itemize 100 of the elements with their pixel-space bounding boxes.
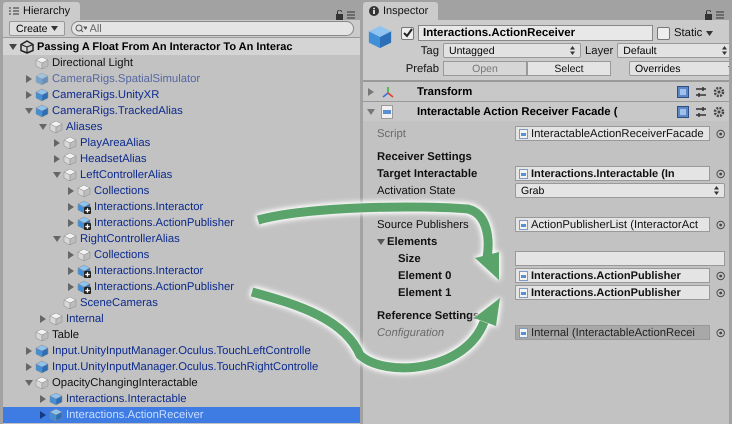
cube-icon: [63, 152, 77, 166]
hierarchy-item[interactable]: Input.UnityInputManager.Oculus.TouchLeftControlle: [3, 343, 360, 359]
foldout-arrow-icon[interactable]: [377, 238, 385, 246]
cube-icon: [49, 120, 63, 134]
script-icon: [519, 270, 528, 280]
expanded-arrow-icon[interactable]: [53, 171, 61, 179]
hierarchy-item[interactable]: Input.UnityInputManager.Oculus.TouchRightControlle: [3, 359, 360, 375]
cube-icon: [367, 24, 393, 50]
section-heading: Receiver Settings: [377, 150, 472, 162]
object-picker-icon[interactable]: [716, 328, 725, 338]
collapsed-arrow-icon[interactable]: [67, 267, 75, 275]
layer-dropdown[interactable]: Default: [617, 43, 729, 58]
collapsed-arrow-icon[interactable]: [67, 283, 75, 291]
object-field[interactable]: Interactions.Interactable (In: [515, 166, 710, 181]
hierarchy-item[interactable]: OpacityChangingInteractable: [3, 375, 360, 391]
collapsed-arrow-icon[interactable]: [53, 155, 61, 163]
object-field[interactable]: ActionPublisherList (InteractorAct: [515, 217, 710, 232]
prefab-label: Prefab: [406, 62, 439, 74]
hierarchy-item[interactable]: Collections: [3, 247, 360, 263]
gear-icon[interactable]: [713, 106, 725, 118]
hierarchy-item[interactable]: Interactions.Interactable: [3, 391, 360, 407]
item-name: Collections: [94, 249, 150, 261]
object-picker-icon[interactable]: [716, 168, 725, 178]
cube-plus-icon: [77, 216, 91, 230]
collapsed-arrow-icon[interactable]: [25, 347, 33, 355]
gear-icon[interactable]: [713, 86, 725, 98]
expanded-arrow-icon[interactable]: [25, 107, 33, 115]
help-icon[interactable]: [677, 86, 689, 98]
search-field[interactable]: All: [70, 21, 354, 36]
field-label: Source Publishers: [377, 218, 469, 230]
hierarchy-item[interactable]: Interactions.Interactor: [3, 199, 360, 215]
collapsed-arrow-icon[interactable]: [25, 363, 33, 371]
collapsed-arrow-icon[interactable]: [67, 187, 75, 195]
item-name: Interactions.ActionPublisher: [94, 281, 234, 293]
hierarchy-item[interactable]: CameraRigs.UnityXR: [3, 87, 360, 103]
hierarchy-item[interactable]: Directional Light: [3, 55, 360, 71]
item-name: Interactions.Interactable: [66, 393, 187, 405]
axes-icon: [381, 84, 395, 98]
expanded-arrow-icon[interactable]: [53, 235, 61, 243]
hierarchy-item[interactable]: LeftControllerAlias: [3, 167, 360, 183]
collapsed-arrow-icon[interactable]: [39, 395, 47, 403]
dropdown[interactable]: Grab: [515, 183, 725, 198]
select-button[interactable]: Select: [527, 61, 611, 76]
name-field[interactable]: Interactions.ActionReceiver: [418, 25, 653, 41]
lock-icon[interactable]: [336, 10, 356, 20]
collapsed-arrow-icon[interactable]: [25, 91, 33, 99]
item-name: CameraRigs.SpatialSimulator: [52, 73, 200, 85]
hierarchy-item[interactable]: Interactions.ActionPublisher: [3, 215, 360, 231]
hierarchy-item[interactable]: HeadsetAlias: [3, 151, 360, 167]
help-icon[interactable]: [677, 106, 689, 118]
script-icon: [381, 104, 393, 118]
create-button[interactable]: Create: [9, 21, 65, 36]
object-picker-icon[interactable]: [716, 220, 725, 230]
cube-icon: [63, 296, 77, 310]
hierarchy-tab[interactable]: Hierarchy: [3, 2, 80, 20]
hierarchy-item[interactable]: Aliases: [3, 119, 360, 135]
hierarchy-item[interactable]: PlayAreaAlias: [3, 135, 360, 151]
collapsed-arrow-icon[interactable]: [67, 203, 75, 211]
collapsed-arrow-icon[interactable]: [67, 251, 75, 259]
hierarchy-item[interactable]: SceneCameras: [3, 295, 360, 311]
script-icon: [519, 168, 528, 178]
expanded-arrow-icon[interactable]: [25, 379, 33, 387]
static-checkbox[interactable]: [657, 26, 670, 40]
item-name: Interactions.Interactor: [94, 201, 204, 213]
foldout-label[interactable]: Elements: [387, 236, 438, 248]
scene-title: Passing A Float From An Interactor To An Interac: [37, 40, 292, 52]
scene-arrow-icon[interactable]: [9, 42, 17, 50]
list-icon: [9, 7, 19, 15]
size-field[interactable]: [515, 251, 725, 266]
object-field[interactable]: Interactions.ActionPublisher: [515, 285, 710, 300]
hierarchy-item[interactable]: Interactions.Interactor: [3, 263, 360, 279]
collapsed-arrow-icon[interactable]: [67, 219, 75, 227]
hierarchy-item[interactable]: RightControllerAlias: [3, 231, 360, 247]
hierarchy-item[interactable]: Internal: [3, 311, 360, 327]
foldout-arrow-icon[interactable]: [367, 108, 375, 116]
hierarchy-item[interactable]: CameraRigs.TrackedAlias: [3, 103, 360, 119]
expanded-arrow-icon[interactable]: [39, 123, 47, 131]
collapsed-arrow-icon[interactable]: [39, 315, 47, 323]
inspector-tab[interactable]: Inspector: [363, 2, 438, 20]
item-name: SceneCameras: [80, 297, 158, 309]
overrides-dropdown[interactable]: Overrides: [629, 61, 729, 76]
hierarchy-item[interactable]: Collections: [3, 183, 360, 199]
scene-header[interactable]: Passing A Float From An Interactor To An Interac: [3, 38, 360, 55]
foldout-arrow-icon[interactable]: [367, 88, 375, 96]
tag-dropdown[interactable]: Untagged: [443, 43, 581, 58]
cube-icon: [35, 88, 49, 102]
sliders-icon[interactable]: [695, 86, 707, 98]
collapsed-arrow-icon[interactable]: [53, 139, 61, 147]
collapsed-arrow-icon[interactable]: [39, 411, 47, 419]
hierarchy-item[interactable]: Table: [3, 327, 360, 343]
cube-plus-icon: [77, 280, 91, 294]
component-header[interactable]: Interactable Action Receiver Facade (: [363, 101, 729, 121]
component-header[interactable]: Transform: [363, 81, 729, 101]
active-checkbox[interactable]: [401, 26, 414, 40]
object-picker-icon[interactable]: [716, 128, 725, 138]
hierarchy-item[interactable]: Interactions.ActionPublisher: [3, 279, 360, 295]
lock-icon[interactable]: [705, 10, 725, 20]
sliders-icon[interactable]: [695, 106, 707, 118]
field-label: Target Interactable: [377, 168, 478, 180]
object-field[interactable]: Interactions.ActionPublisher: [515, 268, 710, 283]
